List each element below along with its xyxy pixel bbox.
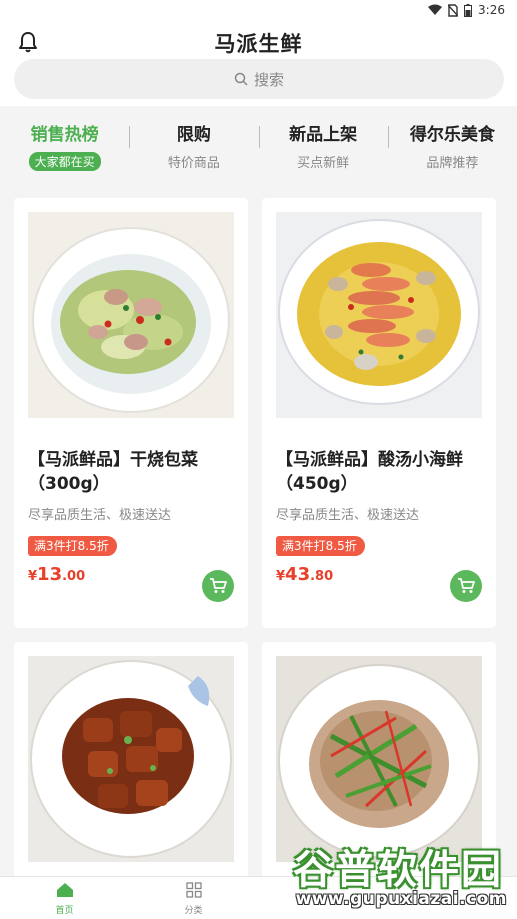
app-title: 马派生鲜 bbox=[214, 32, 303, 56]
product-name: 【马派鲜品】酸汤小海鲜（450g） bbox=[276, 450, 463, 494]
tab-category[interactable]: 分类 bbox=[129, 877, 258, 919]
product-card[interactable]: 【马派鲜品】干烧包菜（300g） 尽享品质生活、极速送达 满3件打8.5折 ¥1… bbox=[14, 198, 248, 628]
product-description: 尽享品质生活、极速送达 bbox=[276, 508, 420, 523]
watermark-url: www.gupuxiazai.com bbox=[295, 889, 507, 909]
price-integer: 43 bbox=[285, 564, 311, 585]
tab-title: 销售热榜 bbox=[30, 125, 99, 145]
product-price: ¥43.80 bbox=[276, 564, 333, 585]
tab-subtitle: 品牌推荐 bbox=[426, 156, 479, 171]
product-card[interactable] bbox=[14, 642, 248, 882]
product-card[interactable]: 【马派鲜品】酸汤小海鲜（450g） 尽享品质生活、极速送达 满3件打8.5折 ¥… bbox=[262, 198, 496, 628]
status-time: 3:26 bbox=[478, 3, 505, 17]
product-image[interactable] bbox=[28, 212, 234, 418]
tab-title: 得尔乐美食 bbox=[409, 125, 495, 145]
price-currency: ¥ bbox=[276, 569, 286, 584]
home-icon bbox=[56, 883, 73, 897]
promo-badge: 满3件打8.5折 bbox=[28, 536, 117, 556]
cart-icon bbox=[210, 578, 227, 593]
price-integer: 13 bbox=[37, 564, 63, 585]
tab-title: 限购 bbox=[176, 125, 211, 145]
product-price: ¥13.00 bbox=[28, 564, 85, 585]
tab-sales-ranking[interactable]: 销售热榜 大家都在买 bbox=[0, 120, 129, 180]
watermark: 谷普软件园 www.gupuxiazai.com bbox=[283, 835, 513, 915]
tab-subtitle: 买点新鲜 bbox=[297, 156, 350, 171]
wifi-icon bbox=[428, 4, 443, 15]
price-currency: ¥ bbox=[28, 569, 38, 584]
grid-icon bbox=[185, 882, 202, 898]
tab-title: 新品上架 bbox=[289, 125, 358, 145]
tab-subtitle: 大家都在买 bbox=[28, 152, 101, 171]
status-icons: 3:26 bbox=[428, 3, 505, 17]
price-decimal: .80 bbox=[310, 569, 334, 584]
product-image[interactable] bbox=[276, 656, 482, 862]
category-tabs: 销售热榜 大家都在买 限购 特价商品 新品上架 买点新鲜 得尔乐美食 品牌推荐 bbox=[0, 120, 517, 180]
tab-label: 分类 bbox=[184, 906, 203, 916]
tab-label: 首页 bbox=[55, 906, 74, 916]
status-bar: 3:26 bbox=[0, 0, 517, 22]
header: 马派生鲜 搜索 bbox=[0, 22, 517, 106]
search-bar[interactable]: 搜索 bbox=[14, 59, 504, 99]
tab-new-arrivals[interactable]: 新品上架 买点新鲜 bbox=[258, 120, 388, 180]
product-description: 尽享品质生活、极速送达 bbox=[28, 508, 172, 523]
product-image[interactable] bbox=[28, 656, 234, 862]
watermark-title: 谷普软件园 bbox=[293, 847, 503, 893]
cart-icon bbox=[458, 578, 475, 593]
tab-limited[interactable]: 限购 特价商品 bbox=[129, 120, 258, 180]
tab-subtitle: 特价商品 bbox=[167, 156, 220, 171]
price-decimal: .00 bbox=[62, 569, 86, 584]
search-placeholder: 搜索 bbox=[253, 70, 284, 89]
search-icon bbox=[234, 72, 248, 86]
product-name: 【马派鲜品】干烧包菜（300g） bbox=[28, 450, 198, 494]
no-sim-icon bbox=[448, 3, 459, 17]
product-image[interactable] bbox=[276, 212, 482, 418]
tab-home[interactable]: 首页 bbox=[0, 877, 129, 919]
add-to-cart-button[interactable] bbox=[450, 570, 482, 602]
tab-brand-food[interactable]: 得尔乐美食 品牌推荐 bbox=[387, 120, 517, 180]
battery-icon bbox=[464, 3, 473, 17]
add-to-cart-button[interactable] bbox=[202, 570, 234, 602]
promo-badge: 满3件打8.5折 bbox=[276, 536, 365, 556]
